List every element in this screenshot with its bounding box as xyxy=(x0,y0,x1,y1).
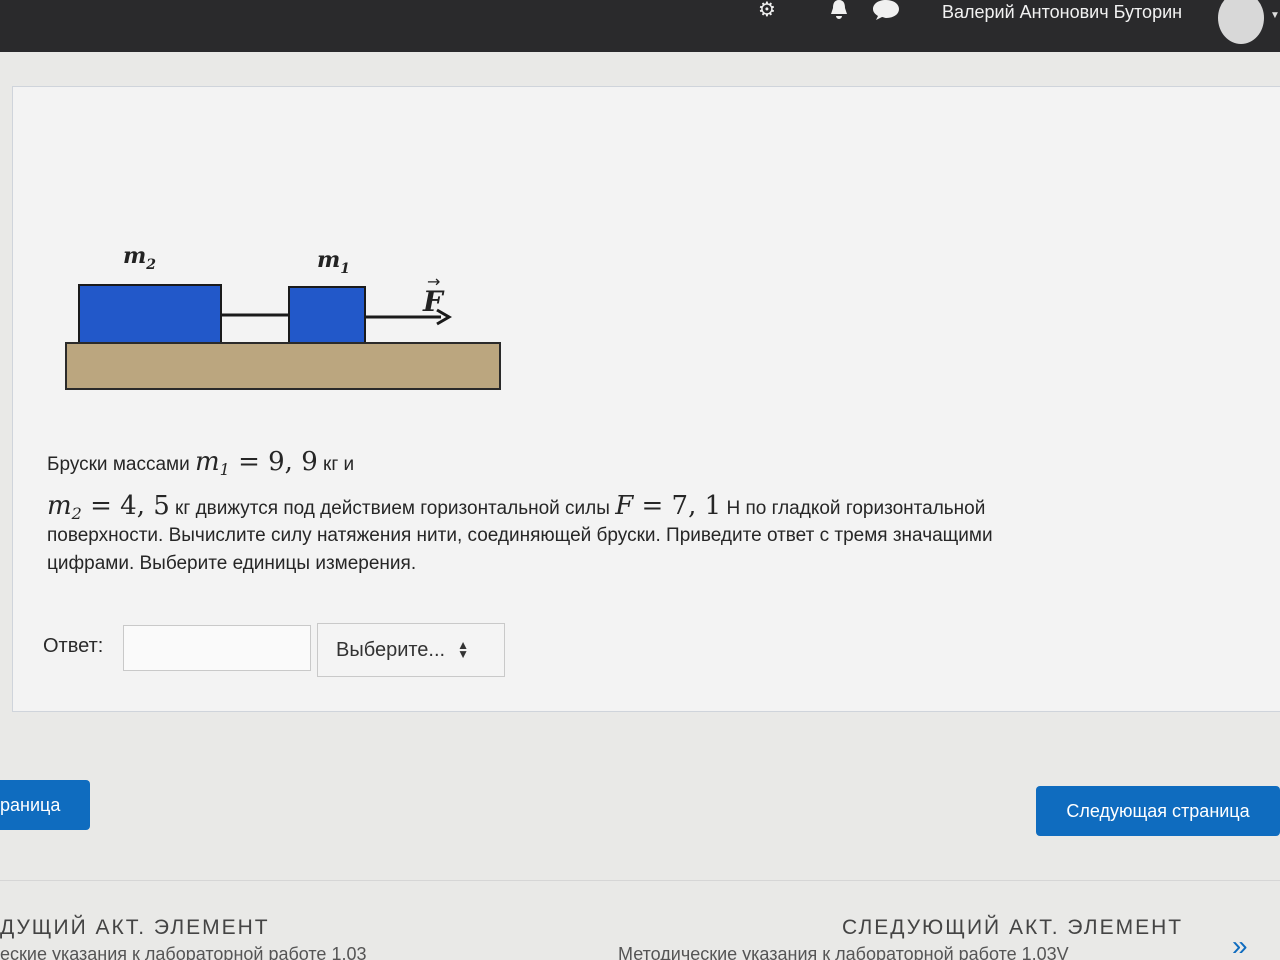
blocks-figure: m2 m1 → F xyxy=(65,243,501,390)
settings-icon[interactable]: ⚙ xyxy=(758,0,776,20)
unit-select[interactable]: Выберите... ▲ ▼ xyxy=(317,623,505,677)
previous-page-button[interactable]: раница xyxy=(0,780,90,830)
double-chevron-right-icon[interactable]: » xyxy=(1232,930,1248,960)
bell-icon[interactable] xyxy=(828,0,850,24)
chevron-down-icon[interactable]: ▼ xyxy=(1270,10,1280,21)
next-activity-heading: СЛЕДУЮЩИЙ АКТ. ЭЛЕМЕНТ xyxy=(842,916,1184,939)
answer-label: Ответ: xyxy=(43,635,104,657)
avatar[interactable] xyxy=(1218,0,1264,44)
user-name[interactable]: Валерий Антонович Буторин xyxy=(942,2,1182,23)
unit-select-value: Выберите... xyxy=(336,638,446,661)
question-line-2: m2 = 4, 5 кг движутся под действием гори… xyxy=(47,491,986,523)
block-m1 xyxy=(288,286,366,344)
block-m2 xyxy=(78,284,222,344)
label-m1: m1 xyxy=(317,247,350,277)
prev-activity-heading: ДУЩИЙ АКТ. ЭЛЕМЕНТ xyxy=(0,916,270,939)
next-page-button[interactable]: Следующая страница xyxy=(1036,786,1280,836)
top-navbar: ⚙ Валерий Антонович Буторин ▼ xyxy=(0,0,1280,52)
chat-icon[interactable] xyxy=(872,0,900,24)
label-m2: m2 xyxy=(123,243,156,273)
answer-input[interactable] xyxy=(123,625,311,671)
select-arrows-icon: ▲ ▼ xyxy=(457,638,469,661)
prev-activity-link[interactable]: еские указания к лабораторной работе 1.0… xyxy=(0,944,366,960)
divider xyxy=(0,880,1280,881)
question-card: m2 m1 → F Бруски массами m1 = 9, 9 кг и … xyxy=(12,86,1280,712)
question-line-3: поверхности. Вычислите силу натяжения ни… xyxy=(47,525,993,546)
next-activity-link[interactable]: Методические указания к лабораторной раб… xyxy=(618,944,1069,960)
horizontal-surface xyxy=(65,342,501,390)
question-line-1: Бруски массами m1 = 9, 9 кг и xyxy=(47,447,355,479)
question-line-4: цифрами. Выберите единицы измерения. xyxy=(47,553,417,574)
